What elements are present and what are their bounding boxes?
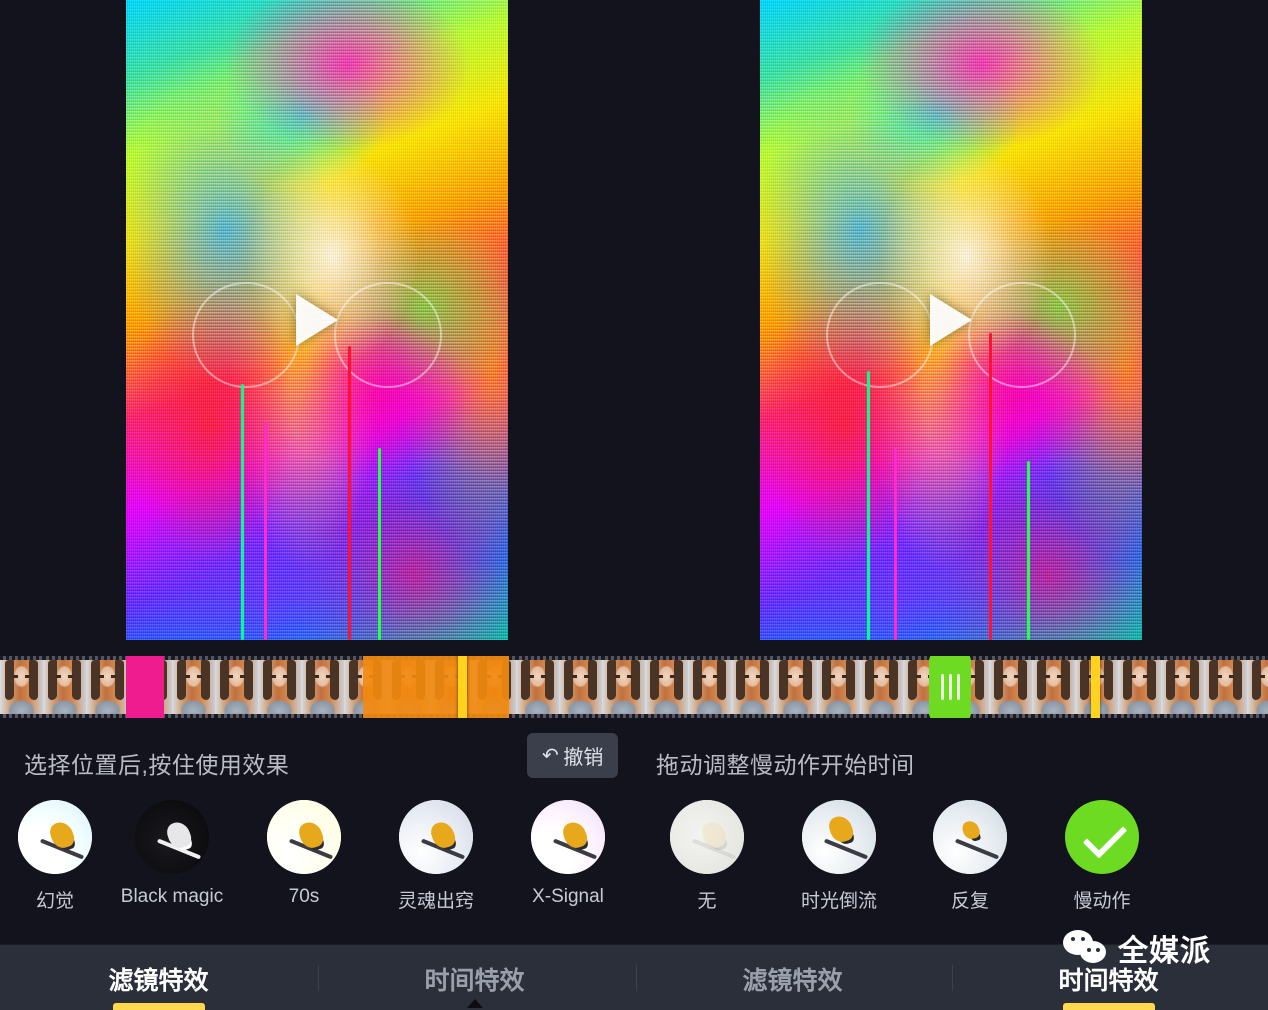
timeline-frame[interactable] xyxy=(645,656,688,718)
effect-hint-text: 选择位置后,按住使用效果 xyxy=(24,752,290,778)
tab-label: 滤镜特效 xyxy=(108,967,209,995)
neon-strand xyxy=(378,448,382,640)
effect-item[interactable]: 反复 xyxy=(915,800,1025,913)
play-icon[interactable] xyxy=(296,294,338,346)
timeline-frame[interactable] xyxy=(301,656,344,718)
effect-preview[interactable] xyxy=(760,0,1142,640)
neon-strand xyxy=(866,371,870,640)
effect-item[interactable]: 灵魂出窍 xyxy=(381,800,491,913)
timeline-frame[interactable] xyxy=(258,656,301,718)
neon-strand xyxy=(893,448,897,640)
timeline-track[interactable] xyxy=(0,656,1268,718)
timeline-frame[interactable] xyxy=(688,656,731,718)
timeline-frame[interactable] xyxy=(774,656,817,718)
slowmo-hint-text: 拖动调整慢动作开始时间 xyxy=(656,752,915,778)
effect-label: 时光倒流 xyxy=(800,891,877,912)
effect-label: Black magic xyxy=(120,886,224,907)
watermark-label: 全媒派 xyxy=(1118,935,1211,968)
film-strip[interactable] xyxy=(0,656,1268,718)
magenta-effect-segment[interactable] xyxy=(126,656,164,718)
effect-label: 反复 xyxy=(950,891,989,912)
neon-strand xyxy=(240,384,244,640)
slowmo-playhead[interactable] xyxy=(1091,656,1100,718)
effect-item[interactable]: 70s xyxy=(249,800,359,908)
effect-thumbnail[interactable] xyxy=(135,800,209,874)
effect-label: 70s xyxy=(288,886,320,907)
undo-arrow-icon: ↷ xyxy=(541,744,559,767)
effect-item[interactable]: 幻觉 xyxy=(0,800,110,913)
effect-thumbnail[interactable] xyxy=(670,800,744,874)
timeline-frame[interactable] xyxy=(860,656,903,718)
neon-strand xyxy=(263,422,267,640)
timeline-frame[interactable] xyxy=(817,656,860,718)
wechat-icon xyxy=(1063,930,1111,966)
effect-label: 幻觉 xyxy=(35,891,74,912)
effect-thumbnail[interactable] xyxy=(933,800,1007,874)
timeline-frame[interactable] xyxy=(1247,656,1268,718)
timeline-frame[interactable] xyxy=(215,656,258,718)
timeline-frame[interactable] xyxy=(559,656,602,718)
tab-label: 时间特效 xyxy=(424,967,525,995)
effect-item[interactable]: 无 xyxy=(652,800,762,913)
effect-selected-check-icon[interactable] xyxy=(1065,800,1139,874)
effect-thumbnail[interactable] xyxy=(802,800,876,874)
timeline-frame[interactable] xyxy=(172,656,215,718)
tab-divider xyxy=(318,965,319,991)
effect-item[interactable]: Black magic xyxy=(117,800,227,908)
neon-strand xyxy=(1027,460,1031,640)
effect-label: X-Signal xyxy=(532,886,604,907)
undo-button[interactable]: ↷ 撤销 xyxy=(527,733,618,778)
watermark: 全媒派 xyxy=(1063,926,1211,970)
orange-effect-segment[interactable] xyxy=(363,656,509,718)
timeline-frame[interactable] xyxy=(602,656,645,718)
effect-thumbnail[interactable] xyxy=(18,800,92,874)
effect-playhead[interactable] xyxy=(458,656,467,718)
effect-label: 无 xyxy=(697,891,717,912)
effect-label: 慢动作 xyxy=(1073,891,1131,912)
preview-area xyxy=(0,0,1268,646)
tab-caret-icon xyxy=(466,999,483,1008)
effect-thumbnail[interactable] xyxy=(531,800,605,874)
effect-thumbnail[interactable] xyxy=(267,800,341,874)
timeline-frame[interactable] xyxy=(43,656,86,718)
slow-motion-handle[interactable] xyxy=(929,656,971,718)
original-preview[interactable] xyxy=(126,0,508,640)
tab-divider xyxy=(636,965,637,991)
timeline-frame[interactable] xyxy=(989,656,1032,718)
tab-3[interactable]: 滤镜特效 xyxy=(680,945,905,1010)
timeline-frame[interactable] xyxy=(731,656,774,718)
timeline-frame[interactable] xyxy=(516,656,559,718)
effect-item[interactable]: 时光倒流 xyxy=(784,800,894,913)
neon-strand xyxy=(989,332,993,640)
timeline-frame[interactable] xyxy=(86,656,129,718)
tab-2[interactable]: 时间特效 xyxy=(362,945,587,1010)
tab-1[interactable]: 滤镜特效 xyxy=(46,945,271,1010)
effect-thumbnail[interactable] xyxy=(399,800,473,874)
timeline-frame[interactable] xyxy=(1118,656,1161,718)
tab-label: 滤镜特效 xyxy=(742,967,843,995)
effects-strip[interactable]: 幻觉 Black magic 70s 灵魂出窍 X-Signal 无 时光倒流 反复 慢动作 xyxy=(0,800,1268,932)
effect-item[interactable]: 慢动作 xyxy=(1047,800,1157,913)
effect-item[interactable]: X-Signal xyxy=(513,800,623,908)
timeline-frame[interactable] xyxy=(1204,656,1247,718)
timeline-frame[interactable] xyxy=(1161,656,1204,718)
timeline-frame[interactable] xyxy=(0,656,43,718)
effect-label: 灵魂出窍 xyxy=(397,891,474,912)
undo-button-label: 撤销 xyxy=(563,747,604,769)
timeline-frame[interactable] xyxy=(1032,656,1075,718)
hint-row: 选择位置后,按住使用效果 拖动调整慢动作开始时间 xyxy=(0,718,1268,794)
neon-strand xyxy=(347,345,351,640)
tab-divider xyxy=(952,965,953,991)
play-icon[interactable] xyxy=(930,294,972,346)
